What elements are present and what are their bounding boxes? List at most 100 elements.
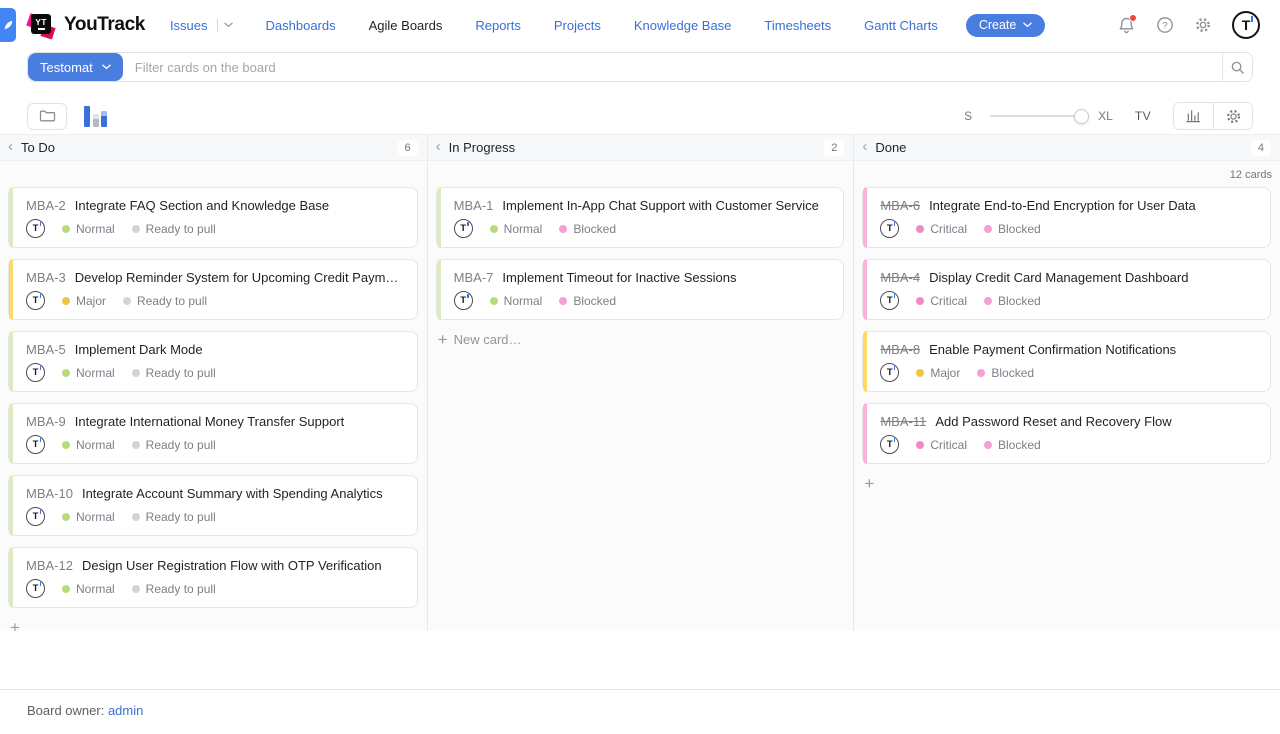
issue-id-link[interactable]: MBA-7 (454, 270, 494, 285)
status-field[interactable]: Ready to pull (132, 438, 216, 452)
issue-card[interactable]: MBA-11 Add Password Reset and Recovery F… (862, 403, 1271, 464)
settings-gear-icon[interactable] (1194, 16, 1212, 34)
priority-field[interactable]: Normal (62, 222, 115, 236)
youtrack-logo[interactable]: YT YouTrack (28, 12, 145, 39)
nav-item-issues[interactable]: Issues (170, 18, 233, 33)
issue-card[interactable]: MBA-1 Implement In-App Chat Support with… (436, 187, 845, 248)
priority-field[interactable]: Critical (916, 438, 967, 452)
status-field[interactable]: Blocked (984, 222, 1041, 236)
status-field[interactable]: Blocked (977, 366, 1034, 380)
issue-id-link[interactable]: MBA-12 (26, 558, 73, 573)
assignee-avatar[interactable]: T (26, 219, 45, 238)
board-settings-gear-icon[interactable] (1213, 103, 1252, 129)
card-size-slider[interactable] (990, 115, 1082, 117)
assignee-avatar[interactable]: T (880, 363, 899, 382)
project-selector-button[interactable]: Testomat (28, 53, 123, 81)
issue-id-link[interactable]: MBA-6 (880, 198, 920, 213)
priority-field[interactable]: Critical (916, 294, 967, 308)
status-field[interactable]: Blocked (559, 222, 616, 236)
nav-item-agile-boards[interactable]: Agile Boards (369, 18, 443, 33)
logo-wordmark: YouTrack (64, 14, 145, 36)
issue-card[interactable]: MBA-12 Design User Registration Flow wit… (8, 547, 418, 608)
issue-card[interactable]: MBA-4 Display Credit Card Management Das… (862, 259, 1271, 320)
priority-field[interactable]: Normal (62, 366, 115, 380)
slider-handle[interactable] (1074, 109, 1089, 124)
search-icon[interactable] (1222, 53, 1252, 81)
issue-card[interactable]: MBA-5 Implement Dark Mode T Normal Ready… (8, 331, 418, 392)
status-field[interactable]: Ready to pull (132, 222, 216, 236)
issue-id-link[interactable]: MBA-8 (880, 342, 920, 357)
issue-card[interactable]: MBA-6 Integrate End-to-End Encryption fo… (862, 187, 1271, 248)
issue-id-link[interactable]: MBA-10 (26, 486, 73, 501)
assignee-avatar[interactable]: T (880, 291, 899, 310)
assignee-avatar[interactable]: T (26, 507, 45, 526)
nav-item-projects[interactable]: Projects (554, 18, 601, 33)
priority-field[interactable]: Major (916, 366, 960, 380)
issue-card[interactable]: MBA-8 Enable Payment Confirmation Notifi… (862, 331, 1271, 392)
priority-field[interactable]: Critical (916, 222, 967, 236)
status-label: Blocked (573, 294, 616, 308)
status-field[interactable]: Ready to pull (132, 582, 216, 596)
assignee-avatar[interactable]: T (26, 363, 45, 382)
assignee-avatar[interactable]: T (454, 219, 473, 238)
assignee-avatar[interactable]: T (26, 291, 45, 310)
issue-id-link[interactable]: MBA-11 (880, 414, 926, 429)
assignee-avatar[interactable]: T (880, 219, 899, 238)
issue-id-link[interactable]: MBA-2 (26, 198, 66, 213)
notifications-bell-icon[interactable] (1117, 16, 1136, 35)
priority-dot (62, 297, 70, 305)
issue-card[interactable]: MBA-2 Integrate FAQ Section and Knowledg… (8, 187, 418, 248)
column-title: To Do (21, 140, 55, 155)
priority-field[interactable]: Normal (62, 510, 115, 524)
status-field[interactable]: Ready to pull (123, 294, 207, 308)
board-chart-view-icon[interactable] (84, 106, 107, 127)
status-field[interactable]: Ready to pull (132, 510, 216, 524)
assignee-avatar[interactable]: T (880, 435, 899, 454)
issue-card[interactable]: MBA-10 Integrate Account Summary with Sp… (8, 475, 418, 536)
nav-item-reports[interactable]: Reports (475, 18, 521, 33)
assignee-avatar[interactable]: T (454, 291, 473, 310)
avatar-accent-mark (40, 438, 42, 442)
issue-card[interactable]: MBA-9 Integrate International Money Tran… (8, 403, 418, 464)
board-statistics-icon[interactable] (1174, 103, 1213, 129)
status-field[interactable]: Blocked (984, 294, 1041, 308)
add-card-button[interactable]: + (862, 475, 880, 492)
status-field[interactable]: Blocked (559, 294, 616, 308)
assignee-avatar[interactable]: T (26, 579, 45, 598)
collapse-column-chevron-icon[interactable]: ‹ (862, 139, 867, 156)
collapse-column-chevron-icon[interactable]: ‹ (436, 139, 441, 156)
priority-dot (916, 225, 924, 233)
priority-field[interactable]: Normal (62, 582, 115, 596)
collapse-column-chevron-icon[interactable]: ‹ (8, 139, 13, 156)
tv-mode-button[interactable]: TV (1135, 109, 1151, 123)
nav-item-dropdown[interactable] (208, 19, 233, 32)
help-icon[interactable]: ? (1156, 16, 1174, 34)
priority-field[interactable]: Normal (62, 438, 115, 452)
issue-card[interactable]: MBA-3 Develop Reminder System for Upcomi… (8, 259, 418, 320)
filter-cards-input[interactable] (123, 53, 1222, 81)
priority-field[interactable]: Normal (490, 222, 543, 236)
status-label: Blocked (998, 438, 1041, 452)
nav-item-timesheets[interactable]: Timesheets (764, 18, 831, 33)
board-owner-link[interactable]: admin (108, 703, 143, 718)
nav-item-gantt-charts[interactable]: Gantt Charts (864, 18, 938, 33)
status-field[interactable]: Blocked (984, 438, 1041, 452)
extension-feather-icon[interactable] (0, 8, 16, 42)
issue-id-link[interactable]: MBA-4 (880, 270, 920, 285)
priority-field[interactable]: Major (62, 294, 106, 308)
status-field[interactable]: Ready to pull (132, 366, 216, 380)
add-card-button[interactable]: + (8, 619, 26, 631)
issue-card[interactable]: MBA-7 Implement Timeout for Inactive Ses… (436, 259, 845, 320)
issue-id-link[interactable]: MBA-5 (26, 342, 66, 357)
add-card-button[interactable]: + New card… (436, 331, 522, 348)
priority-field[interactable]: Normal (490, 294, 543, 308)
nav-item-dashboards[interactable]: Dashboards (266, 18, 336, 33)
issue-id-link[interactable]: MBA-9 (26, 414, 66, 429)
issue-id-link[interactable]: MBA-1 (454, 198, 494, 213)
create-button[interactable]: Create (966, 14, 1046, 37)
user-avatar[interactable]: T (1232, 11, 1260, 39)
nav-item-knowledge-base[interactable]: Knowledge Base (634, 18, 732, 33)
assignee-avatar[interactable]: T (26, 435, 45, 454)
folder-icon[interactable] (27, 103, 67, 130)
issue-id-link[interactable]: MBA-3 (26, 270, 66, 285)
